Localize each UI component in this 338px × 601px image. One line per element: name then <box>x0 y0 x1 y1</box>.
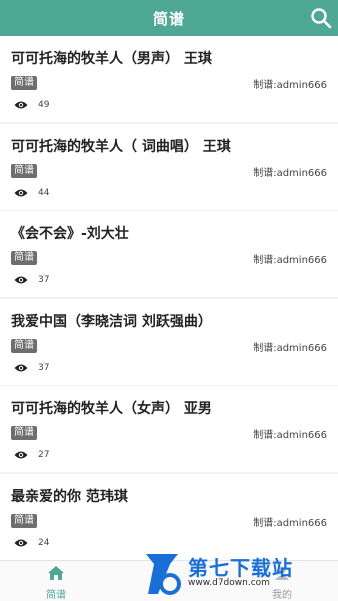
item-title: 可可托海的牧羊人（女声） 亚男 <box>11 401 212 417</box>
view-count: 37 <box>38 362 50 373</box>
author-text: 制谱:admin666 <box>253 255 327 266</box>
eye-icon <box>14 539 28 546</box>
eye-icon <box>14 189 28 196</box>
author-text: 制谱:admin666 <box>253 342 327 354</box>
category-badge: 简谱 <box>11 426 37 440</box>
tab-home[interactable]: 简谱 <box>26 565 86 601</box>
watermark-url: www.d7down.com <box>188 578 270 588</box>
page-title: 简谱 <box>152 9 185 28</box>
tab-home-label: 简谱 <box>46 590 66 601</box>
item-title: 可可托海的牧羊人（男声） 王琪 <box>11 51 212 67</box>
app-header: 简谱 <box>0 0 338 36</box>
view-count: 49 <box>38 100 50 110</box>
list-item[interactable]: 可可托海的牧羊人（女声） 亚男 简谱 制谱:admin666 27 <box>0 386 338 472</box>
eye-icon <box>14 276 28 284</box>
item-title: 《会不会》-刘大壮 <box>11 226 129 242</box>
author-text: 制谱:admin666 <box>253 517 327 529</box>
eye-icon <box>14 451 28 459</box>
item-title: 我爱中国（李晓洁词 刘跃强曲） <box>11 313 212 330</box>
score-list: 可可托海的牧羊人（男声） 王琪 简谱 制谱:admin666 49 可可托海的牧… <box>0 36 338 560</box>
item-title: 最亲爱的你 范玮琪 <box>11 488 128 505</box>
list-item[interactable]: 可可托海的牧羊人（男声） 王琪 简谱 制谱:admin666 49 <box>0 36 338 122</box>
author-text: 制谱:admin666 <box>253 167 327 179</box>
eye-icon <box>14 364 28 371</box>
category-badge: 简谱 <box>11 338 37 353</box>
item-title: 可可托海的牧羊人（ 词曲唱） 王琪 <box>11 138 231 155</box>
view-count: 24 <box>38 537 50 548</box>
view-count: 37 <box>38 275 50 285</box>
search-icon[interactable] <box>310 7 332 29</box>
list-item[interactable]: 可可托海的牧羊人（ 词曲唱） 王琪 简谱 制谱:admin666 44 <box>0 123 338 210</box>
watermark-text: 第七下载站 <box>188 556 293 580</box>
list-item[interactable]: 《会不会》-刘大壮 简谱 制谱:admin666 37 <box>0 211 338 297</box>
category-badge: 简谱 <box>11 513 37 528</box>
list-item[interactable]: 我爱中国（李晓洁词 刘跃强曲） 简谱 制谱:admin666 37 <box>0 298 338 385</box>
d7-logo-icon <box>146 554 181 595</box>
list-item[interactable]: 最亲爱的你 范玮琪 简谱 制谱:admin666 24 <box>0 473 338 560</box>
category-badge: 简谱 <box>11 251 37 265</box>
eye-icon <box>14 101 28 109</box>
author-text: 制谱:admin666 <box>253 430 327 441</box>
author-text: 制谱:admin666 <box>253 80 327 91</box>
category-badge: 简谱 <box>11 76 37 90</box>
view-count: 27 <box>38 450 50 460</box>
view-count: 44 <box>38 187 50 198</box>
home-icon <box>48 566 64 580</box>
site-watermark: 第七下载站 www.d7down.com <box>140 548 338 600</box>
category-badge: 简谱 <box>11 163 37 178</box>
